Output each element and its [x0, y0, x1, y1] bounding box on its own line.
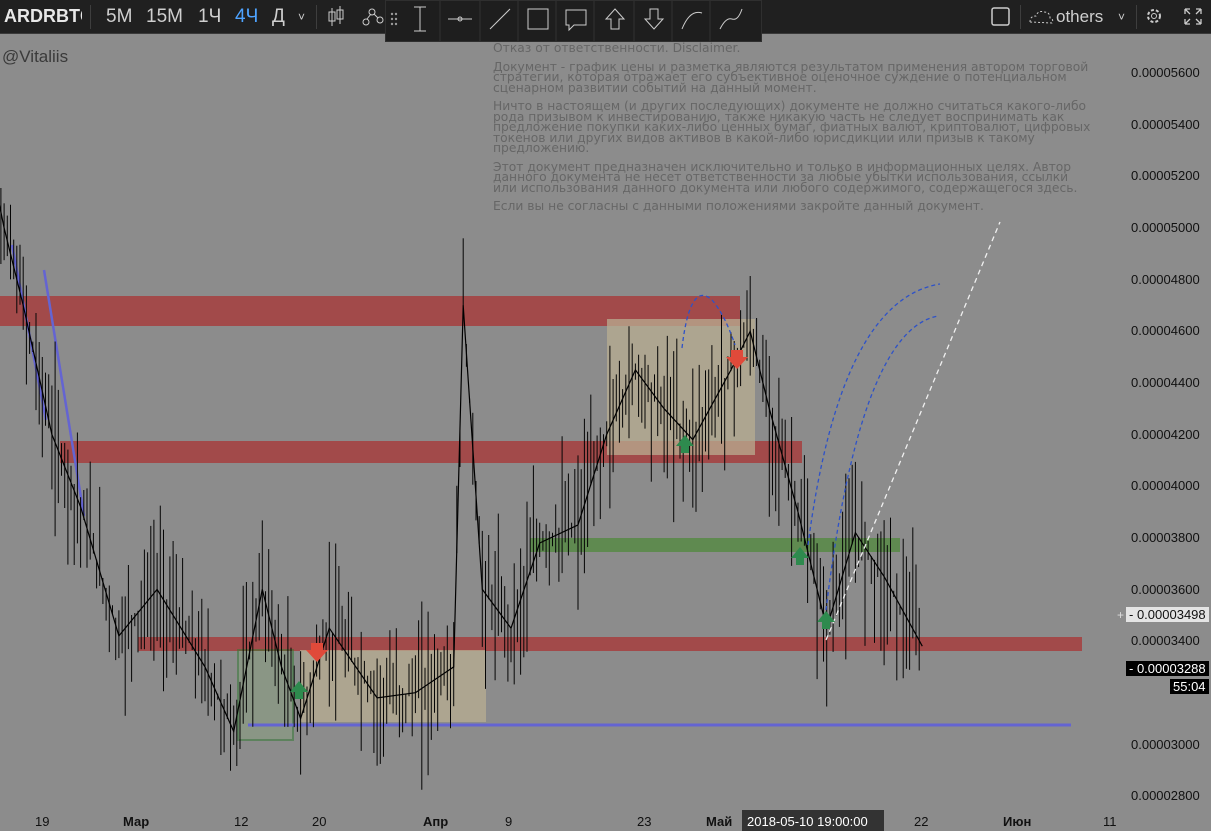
interval-1h[interactable]: 1Ч: [198, 6, 221, 28]
crosshair-price-value: 0.00003498: [1136, 607, 1206, 622]
y-tick: 0.00005600: [1131, 65, 1200, 80]
cursor-tool-icon[interactable]: [414, 6, 426, 32]
toolbar-divider: [90, 5, 91, 29]
settings-gear-icon[interactable]: [1137, 0, 1173, 33]
arrow-up-tool-icon[interactable]: [604, 8, 626, 30]
toolbar-divider: [316, 5, 317, 29]
fullscreen-box-icon[interactable]: [984, 0, 1020, 33]
path-tool-icon[interactable]: [719, 8, 743, 30]
interval-1d[interactable]: Д: [272, 6, 285, 28]
crosshair-price-label: - 0.00003498: [1126, 607, 1209, 622]
interval-15m[interactable]: 15М: [146, 6, 183, 28]
x-tick: 20: [312, 814, 327, 829]
curve-tool-icon[interactable]: [681, 11, 703, 30]
x-tick: 9: [505, 814, 513, 829]
y-tick: 0.00005000: [1131, 220, 1200, 235]
price-chart[interactable]: [0, 33, 1211, 831]
support-zone-lower[interactable]: [138, 637, 1082, 651]
x-tick: 19: [35, 814, 50, 829]
arrow-down-tool-icon[interactable]: [643, 8, 665, 30]
drag-handle-icon[interactable]: [390, 12, 398, 26]
symbol-label[interactable]: ARDRBTC: [4, 6, 82, 27]
candles-style-icon[interactable]: [318, 0, 354, 33]
x-tick: Мар: [123, 814, 150, 829]
bar-countdown: 55:04: [1170, 679, 1209, 694]
expand-icon[interactable]: [1175, 0, 1211, 33]
cloud-icon[interactable]: [1022, 0, 1058, 33]
y-tick: 0.00004600: [1131, 323, 1200, 338]
x-tick: 11: [1103, 814, 1117, 829]
y-tick: 0.00002800: [1131, 788, 1200, 803]
y-tick: 0.00005400: [1131, 117, 1200, 132]
y-tick: 0.00003600: [1131, 582, 1200, 597]
y-tick: 0.00004400: [1131, 375, 1200, 390]
y-tick: 0.00005200: [1131, 168, 1200, 183]
others-label[interactable]: others: [1056, 7, 1103, 27]
y-tick: 0.00003400: [1131, 633, 1200, 648]
y-tick: 0.00004800: [1131, 272, 1200, 287]
x-tick: Май: [706, 814, 733, 829]
last-price-value: 0.00003288: [1136, 661, 1206, 676]
toolbar-divider: [1020, 5, 1021, 29]
y-tick: 0.00003000: [1131, 737, 1200, 752]
rectangle-tool-icon[interactable]: [527, 8, 549, 30]
interval-dropdown-icon[interactable]: ˅: [298, 10, 305, 24]
interval-5m[interactable]: 5М: [106, 6, 132, 28]
x-tick: 12: [234, 814, 249, 829]
y-tick: 0.00004000: [1131, 478, 1200, 493]
x-tick: 23: [637, 814, 652, 829]
y-tick: 0.00003800: [1131, 530, 1200, 545]
x-tick: Июн: [1003, 814, 1032, 829]
interval-4h-active[interactable]: 4Ч: [235, 6, 258, 28]
support-zone-green[interactable]: [530, 538, 900, 552]
x-tick: 22: [914, 814, 929, 829]
trend-line-icon[interactable]: [489, 8, 511, 30]
buy-arrow-icon[interactable]: [817, 611, 835, 629]
x-tick: Апр: [423, 814, 449, 829]
others-dropdown-icon[interactable]: ˅: [1118, 10, 1125, 24]
y-tick: 0.00004200: [1131, 427, 1200, 442]
last-price-label: - 0.00003288: [1126, 661, 1209, 676]
crosshair-date-label: 2018-05-10 19:00:00: [747, 814, 868, 829]
callout-tool-icon[interactable]: [565, 9, 587, 32]
horizontal-line-icon[interactable]: [448, 16, 472, 22]
